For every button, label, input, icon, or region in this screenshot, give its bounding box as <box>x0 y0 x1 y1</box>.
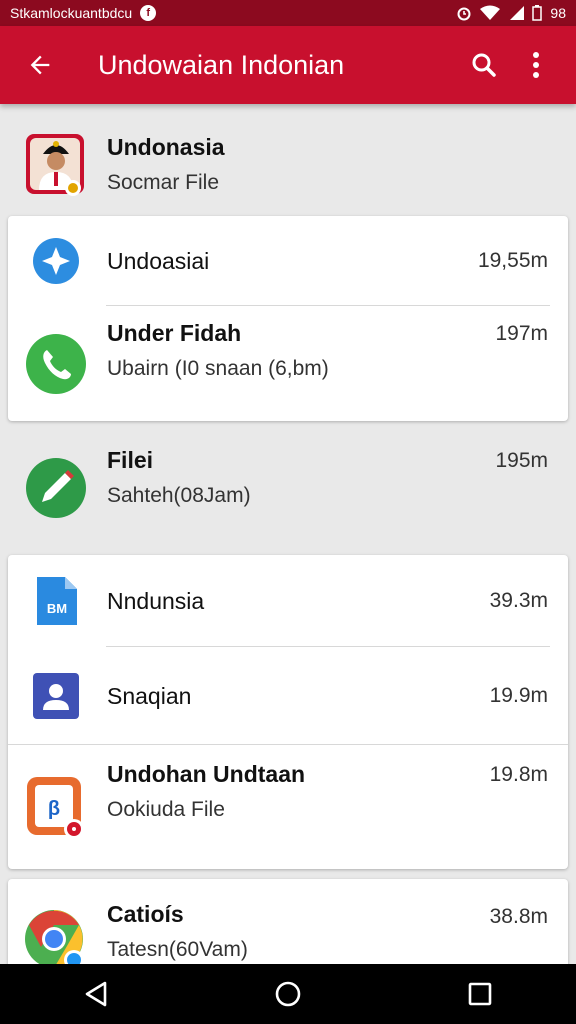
alarm-icon <box>456 5 472 21</box>
item-title: Under Fidah <box>107 320 242 346</box>
signal-icon <box>508 5 525 21</box>
item-subtitle: Ookiuda File <box>107 798 225 821</box>
list-item[interactable]: Under Fidah Ubairn (I0 snaan (6,bm) 197m <box>8 306 568 421</box>
svg-text:β: β <box>48 798 60 820</box>
file-list[interactable]: Undonasia Socmar File Undoasiai 19,55m U… <box>0 104 576 964</box>
page-title: Undowaian Indonian <box>98 49 345 80</box>
document-icon-label: BM <box>47 601 67 616</box>
item-size: 195m <box>495 449 548 472</box>
contact-icon <box>25 665 87 727</box>
recents-square-icon <box>468 982 492 1006</box>
pen-icon <box>25 457 87 519</box>
list-card: Undoasiai 19,55m Under Fidah Ubairn (I0 … <box>8 216 568 421</box>
app-bar: Undowaian Indonian <box>0 26 576 104</box>
item-subtitle: Socmar File <box>107 170 220 194</box>
item-size: 39.3m <box>489 589 548 612</box>
phone-icon <box>25 333 87 395</box>
status-text: Stkamlockuantbdcu <box>10 5 133 21</box>
item-subtitle: Sahteh(08Jam) <box>107 484 251 507</box>
item-title: Filei <box>107 447 154 473</box>
battery-icon <box>532 5 543 21</box>
search-button[interactable] <box>458 39 510 91</box>
home-circle-icon <box>275 981 301 1007</box>
back-button[interactable] <box>14 39 66 91</box>
item-title: Undoasiai <box>107 247 210 274</box>
battery-level: 98 <box>550 5 566 21</box>
list-item[interactable]: β Undohan Undtaan Ookiuda File 19.8m <box>8 745 568 869</box>
status-bar: Stkamlockuantbdcu f 98 <box>0 0 576 26</box>
notification-badge-icon: f <box>140 5 157 21</box>
search-icon <box>472 53 496 77</box>
document-icon: BM <box>25 570 87 632</box>
back-triangle-icon <box>85 981 107 1007</box>
list-card: BM Nndunsia 39.3m Snaqian 19.9m β Undoha… <box>8 555 568 869</box>
list-item[interactable]: Catioís Tatesn(60Vam) 38.8m <box>8 879 568 964</box>
item-size: 19.9m <box>489 684 548 707</box>
item-title: Catioís <box>107 901 184 927</box>
more-vert-icon <box>533 52 539 78</box>
overflow-menu-button[interactable] <box>510 39 562 91</box>
nav-back-button[interactable] <box>66 964 126 1024</box>
nav-recents-button[interactable] <box>450 964 510 1024</box>
item-title: Snaqian <box>107 682 192 709</box>
list-item[interactable]: Undoasiai 19,55m <box>8 216 568 306</box>
item-title: Nndunsia <box>107 587 205 614</box>
navigation-bar <box>0 964 576 1024</box>
list-item[interactable]: Undonasia Socmar File <box>8 112 568 216</box>
item-title: Undonasia <box>107 133 225 160</box>
list-card: Catioís Tatesn(60Vam) 38.8m <box>8 879 568 964</box>
character-app-icon <box>25 133 87 196</box>
list-group: Undonasia Socmar File <box>8 112 568 216</box>
list-item[interactable]: Snaqian 19.9m <box>8 647 568 745</box>
item-subtitle: Ubairn (I0 snaan (6,bm) <box>107 357 329 380</box>
list-item[interactable]: Filei Sahteh(08Jam) 195m <box>8 431 568 545</box>
item-size: 19,55m <box>477 249 548 272</box>
item-size: 197m <box>495 322 548 345</box>
clipboard-icon: β <box>25 776 87 839</box>
compass-icon <box>25 230 87 292</box>
item-size: 19.8m <box>489 763 548 786</box>
list-group: Filei Sahteh(08Jam) 195m <box>8 431 568 555</box>
item-size: 38.8m <box>489 905 548 928</box>
chrome-icon <box>25 908 87 964</box>
item-subtitle: Tatesn(60Vam) <box>107 938 248 961</box>
wifi-icon <box>480 5 501 21</box>
item-title: Undohan Undtaan <box>107 761 306 787</box>
back-arrow-icon <box>30 55 50 75</box>
nav-home-button[interactable] <box>258 964 318 1024</box>
list-item[interactable]: BM Nndunsia 39.3m <box>8 555 568 647</box>
